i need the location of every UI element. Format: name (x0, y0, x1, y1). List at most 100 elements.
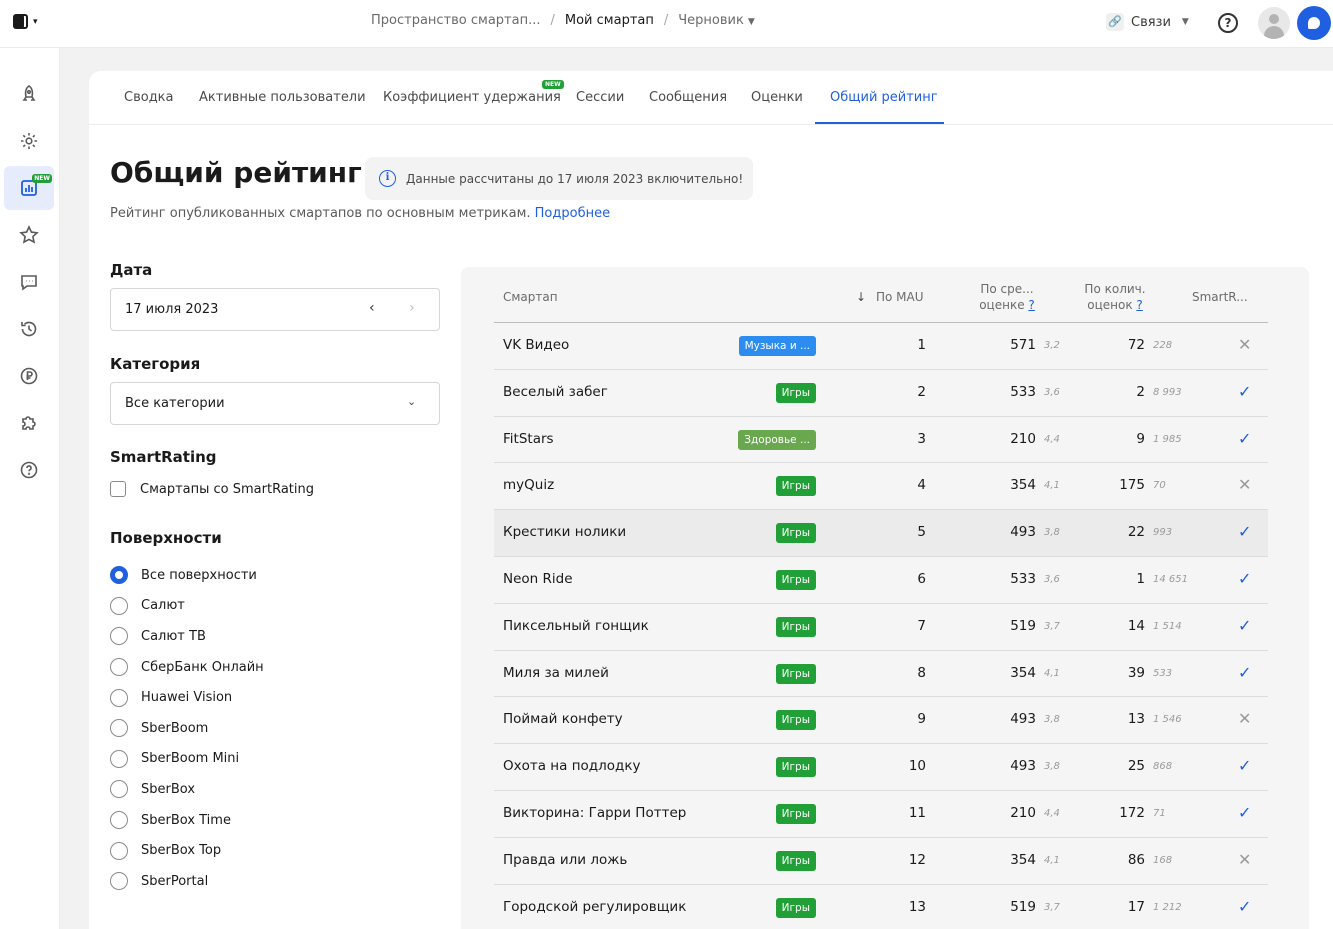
radio-button[interactable] (110, 780, 128, 799)
surface-option[interactable]: SberBox Time (110, 805, 264, 836)
radio-button[interactable] (110, 719, 128, 738)
radio-button[interactable] (110, 811, 128, 830)
category-value: Все категории (125, 396, 225, 411)
smartrating-filter[interactable]: Смартапы со SmartRating (110, 481, 314, 497)
sidebar-item-ratings[interactable] (4, 213, 54, 257)
surface-option[interactable]: Салют ТВ (110, 621, 264, 652)
smartapp-name[interactable]: Викторина: Гарри Поттер (503, 805, 686, 821)
category-select[interactable]: Все категории ⌄ (110, 382, 440, 425)
table-row[interactable]: Пиксельный гонщик Игры 7 519 3,7 14 1 514 ✓ (494, 604, 1268, 651)
smartapp-name[interactable]: myQuiz (503, 477, 554, 493)
table-row[interactable]: Поймай конфету Игры 9 493 3,8 13 1 546 ✕ (494, 697, 1268, 745)
rating-count-value: 8 993 (1153, 386, 1182, 398)
sidebar-item-history[interactable] (4, 307, 54, 351)
rating-table: Смартап ↓ По MAU По сре... оценке ? По к… (461, 267, 1309, 929)
tab-ratings[interactable]: Оценки (751, 90, 803, 105)
smartrating-checkbox[interactable] (110, 481, 126, 497)
tab-messages[interactable]: Сообщения (649, 90, 727, 105)
mau-rank: 11 (908, 804, 926, 821)
version-dropdown[interactable]: Черновик ▼ (678, 13, 755, 28)
radio-button[interactable] (110, 627, 128, 646)
rating-count-rank: 1 (1136, 570, 1145, 587)
tab-retention[interactable]: Коэффициент удержания (383, 90, 561, 105)
table-row[interactable]: Neon Ride Игры 6 533 3,6 1 14 651 ✓ (494, 557, 1268, 604)
table-body: VK Видео Музыка и ... 1 571 3,2 72 228 ✕ Веселый… (494, 323, 1268, 929)
sort-arrow-icon[interactable]: ↓ (856, 289, 866, 305)
table-row[interactable]: Миля за милей Игры 8 354 4,1 39 533 ✓ (494, 651, 1268, 698)
radio-button[interactable] (110, 566, 128, 585)
table-row[interactable]: FitStars Здоровье ... 3 210 4,4 9 1 985 ✓ (494, 417, 1268, 464)
smartapp-name[interactable]: Миля за милей (503, 665, 609, 681)
assistant-chat-button[interactable] (1297, 6, 1331, 40)
table-row[interactable]: Городской регулировщик Игры 13 519 3,7 17 1 21… (494, 885, 1268, 929)
sidebar-item-messages[interactable] (4, 260, 54, 304)
chevron-right-icon[interactable]: › (409, 300, 415, 316)
smartapp-name[interactable]: Городской регулировщик (503, 899, 686, 915)
table-row[interactable]: myQuiz Игры 4 354 4,1 175 70 ✕ (494, 463, 1268, 511)
column-rating-count[interactable]: По колич. оценок ? (1079, 281, 1151, 313)
help-icon[interactable]: ? (1218, 13, 1238, 33)
surfaces-label: Поверхности (110, 529, 222, 547)
surface-option[interactable]: SberBoom (110, 713, 264, 744)
table-row[interactable]: Правда или ложь Игры 12 354 4,1 86 168 ✕ (494, 838, 1268, 885)
column-avg-rating[interactable]: По сре... оценке ? (972, 281, 1042, 313)
breadcrumb-space[interactable]: Пространство смартап... (371, 13, 541, 28)
table-row[interactable]: Крестики нолики Игры 5 493 3,8 22 993 ✓ (494, 510, 1268, 557)
surface-option[interactable]: Huawei Vision (110, 682, 264, 713)
smartapp-name[interactable]: FitStars (503, 431, 554, 447)
sidebar-item-settings[interactable] (4, 119, 54, 163)
avatar[interactable] (1258, 7, 1290, 39)
learn-more-link[interactable]: Подробнее (535, 206, 610, 221)
radio-button[interactable] (110, 688, 128, 707)
smartapp-name[interactable]: Пиксельный гонщик (503, 618, 649, 634)
tab-active-users[interactable]: Активные пользователи (199, 90, 366, 105)
smartapp-name[interactable]: Веселый забег (503, 384, 608, 400)
sidebar-item-monetization[interactable] (4, 354, 54, 398)
smartapp-name[interactable]: Крестики нолики (503, 524, 626, 540)
radio-button[interactable] (110, 841, 128, 860)
sidebar-item-integrations[interactable] (4, 401, 54, 445)
links-dropdown[interactable]: 🔗 Связи ▼ (1106, 13, 1189, 31)
surface-option[interactable]: СберБанк Онлайн (110, 652, 264, 683)
check-icon: ✓ (1238, 896, 1252, 916)
surface-option[interactable]: SberBoom Mini (110, 744, 264, 775)
surface-option[interactable]: Все поверхности (110, 560, 264, 591)
radio-button[interactable] (110, 596, 128, 615)
smartapp-name[interactable]: Правда или ложь (503, 852, 627, 868)
table-row[interactable]: Охота на подлодку Игры 10 493 3,8 25 868 ✓ (494, 744, 1268, 791)
tab-summary[interactable]: Сводка (124, 90, 174, 105)
surface-option[interactable]: Салют (110, 591, 264, 622)
surface-option[interactable]: SberBox Top (110, 835, 264, 866)
smartapp-name[interactable]: Поймай конфету (503, 711, 623, 727)
avg-rating-rank: 210 (1010, 804, 1036, 821)
column-mau[interactable]: По MAU (876, 289, 924, 305)
surface-option[interactable]: SberPortal (110, 866, 264, 897)
help-icon[interactable]: ? (1028, 298, 1034, 312)
smartapp-name[interactable]: Neon Ride (503, 571, 573, 587)
sidebar-item-help[interactable] (4, 448, 54, 492)
app-switcher[interactable]: ▾ (12, 13, 38, 30)
tab-overall-rating[interactable]: Общий рейтинг (830, 90, 938, 105)
breadcrumb-smartapp[interactable]: Мой смартап (565, 13, 654, 28)
surface-option-label: SberBox Time (141, 812, 231, 828)
table-row[interactable]: Веселый забег Игры 2 533 3,6 2 8 993 ✓ (494, 370, 1268, 417)
surface-option[interactable]: SberBox (110, 774, 264, 805)
help-icon[interactable]: ? (1136, 298, 1142, 312)
sidebar-item-launch[interactable] (4, 72, 54, 116)
column-smartrating[interactable]: SmartR... (1192, 289, 1248, 305)
rating-count-rank: 22 (1127, 524, 1145, 541)
tab-sessions[interactable]: Сессии (576, 90, 624, 105)
chevron-down-icon: ▾ (33, 16, 38, 27)
radio-button[interactable] (110, 658, 128, 677)
table-row[interactable]: Викторина: Гарри Поттер Игры 11 210 4,4 172 71… (494, 791, 1268, 838)
radio-button[interactable] (110, 872, 128, 891)
avg-rating-value: 4,1 (1044, 854, 1060, 866)
mau-rank: 4 (917, 477, 926, 494)
smartapp-name[interactable]: VK Видео (503, 337, 569, 353)
chevron-left-icon[interactable]: ‹ (369, 300, 375, 316)
sidebar-item-analytics[interactable]: NEW (4, 166, 54, 210)
smartapp-name[interactable]: Охота на подлодку (503, 758, 640, 774)
table-row[interactable]: VK Видео Музыка и ... 1 571 3,2 72 228 ✕ (494, 323, 1268, 370)
radio-button[interactable] (110, 749, 128, 768)
cross-icon: ✕ (1238, 335, 1252, 354)
